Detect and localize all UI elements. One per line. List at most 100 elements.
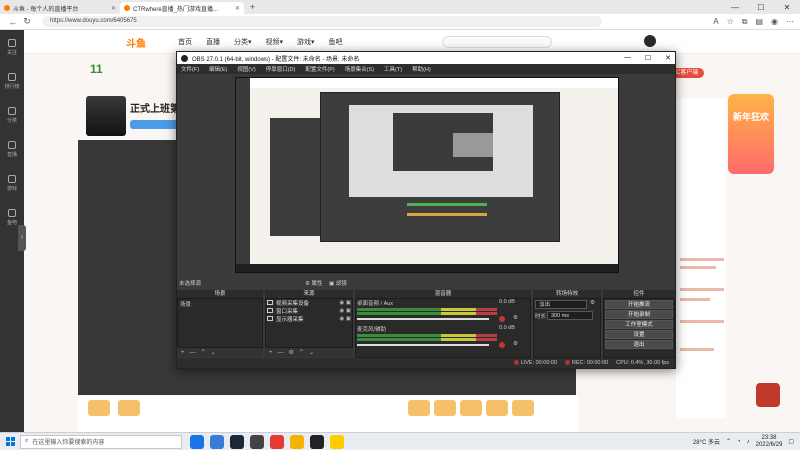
gear-icon[interactable]: ⚙ (513, 315, 518, 321)
menu-view[interactable]: 视图(V) (237, 65, 255, 73)
favorite-icon[interactable]: ☆ (727, 17, 734, 27)
gift-item[interactable] (408, 400, 430, 416)
taskbar-search[interactable]: ⌕ 在这里输入你要搜索的内容 (20, 434, 182, 449)
nav-fishbar[interactable]: 鱼吧 (329, 37, 343, 47)
gift-item[interactable] (434, 400, 456, 416)
douyu-logo[interactable]: 斗鱼 (126, 35, 146, 50)
new-tab-button[interactable]: + (244, 2, 261, 12)
extensions-icon[interactable]: ⧉ (742, 17, 748, 27)
gift-item[interactable] (118, 400, 140, 416)
gear-icon[interactable]: ⚙ (513, 341, 518, 347)
gift-item[interactable] (486, 400, 508, 416)
transition-select[interactable]: 淡出 (535, 300, 587, 309)
collections-icon[interactable]: ▤ (755, 17, 763, 27)
volume-slider[interactable] (357, 318, 489, 320)
transition-settings-icon[interactable]: ⚙ (590, 300, 595, 306)
gear-icon[interactable]: ⚙ (289, 349, 294, 356)
source-item[interactable]: 视频采集设备 ◉ ▣ (267, 299, 351, 307)
eye-icon[interactable]: ◉ ▣ (339, 316, 351, 322)
read-aloud-icon[interactable]: A (713, 17, 718, 27)
start-button[interactable] (0, 433, 20, 450)
gift-icon[interactable] (756, 383, 780, 407)
nav-video[interactable]: 视频▾ (266, 37, 284, 47)
gift-item[interactable] (512, 400, 534, 416)
more-icon[interactable]: ⋯ (786, 17, 794, 27)
streamer-avatar[interactable] (86, 96, 126, 136)
nav-category[interactable]: 分类▾ (234, 37, 252, 47)
minimize-button[interactable]: — (722, 3, 748, 12)
edge-icon[interactable] (190, 434, 204, 449)
menu-tools[interactable]: 工具(T) (384, 65, 402, 73)
scene-item[interactable]: 场景 (180, 300, 191, 308)
volume-slider[interactable] (357, 344, 489, 346)
url-input[interactable]: https://www.douyu.com/6405675 (42, 16, 602, 27)
start-recording-button[interactable]: 开始录制 (605, 310, 673, 319)
obs-minimize-button[interactable]: — (624, 54, 631, 62)
obs-icon[interactable] (310, 434, 324, 449)
source-item[interactable]: 显示器采集 ◉ ▣ (267, 315, 351, 323)
volume-icon[interactable]: ♪ (747, 439, 750, 445)
remove-icon[interactable]: — (190, 350, 196, 356)
move-up-icon[interactable]: ⌃ (299, 349, 304, 356)
site-search-input[interactable] (442, 36, 552, 48)
add-icon[interactable]: + (269, 350, 273, 356)
close-tab-icon[interactable]: ✕ (231, 5, 240, 12)
sidebar-item-game[interactable]: 游戏 (0, 166, 24, 200)
properties-button[interactable]: ⚙ 属性 (305, 279, 322, 287)
steam-icon[interactable] (230, 434, 244, 449)
obs-close-button[interactable]: ✕ (665, 54, 671, 62)
refresh-icon[interactable]: ↻ (20, 16, 34, 27)
filters-button[interactable]: ▣ 滤镜 (329, 279, 347, 287)
menu-docks[interactable]: 停靠窗口(D) (266, 65, 296, 73)
file-explorer-icon[interactable] (290, 434, 304, 449)
source-item[interactable]: 窗口采集 ◉ ▣ (267, 307, 351, 315)
netease-music-icon[interactable] (270, 434, 284, 449)
back-icon[interactable]: ← (6, 17, 20, 27)
browser-tab[interactable]: 斗鱼 - 每个人的直播平台 ✕ (0, 2, 120, 14)
weather-widget[interactable]: 28°C 多云 (693, 437, 720, 446)
add-icon[interactable]: + (181, 350, 185, 356)
speaker-icon[interactable] (499, 342, 505, 348)
sidebar-item-live[interactable]: 直播 (0, 132, 24, 166)
task-view-icon[interactable] (210, 434, 224, 449)
speaker-icon[interactable] (499, 316, 505, 322)
chrome-icon[interactable] (330, 434, 344, 449)
gift-item[interactable] (460, 400, 482, 416)
start-streaming-button[interactable]: 开始推流 (605, 300, 673, 309)
menu-help[interactable]: 帮助(H) (412, 65, 431, 73)
menu-profile[interactable]: 配置文件(P) (305, 65, 334, 73)
user-avatar[interactable] (644, 35, 656, 47)
nav-live[interactable]: 直播 (206, 37, 220, 47)
browser-tab-active[interactable]: CTRwhere直播_热门游戏直播... ✕ (120, 2, 244, 14)
nav-home[interactable]: 首页 (178, 37, 192, 47)
sidebar-item-follow[interactable]: 关注 (0, 30, 24, 64)
tray-overflow-icon[interactable]: ⌃ (726, 438, 731, 445)
menu-edit[interactable]: 编辑(E) (209, 65, 227, 73)
clock[interactable]: 23:38 2022/6/29 (756, 435, 783, 449)
menu-file[interactable]: 文件(F) (181, 65, 199, 73)
promo-banner[interactable]: 新年狂欢 (728, 94, 774, 174)
eye-icon[interactable]: ◉ ▣ (339, 300, 351, 306)
notification-icon[interactable]: ▢ (788, 438, 794, 445)
gift-item[interactable] (88, 400, 110, 416)
menu-scene-collection[interactable]: 场景集合(S) (345, 65, 374, 73)
nav-game[interactable]: 游戏▾ (297, 37, 315, 47)
sidebar-item-rank[interactable]: 排行榜 (0, 64, 24, 98)
sidebar-item-category[interactable]: 分类 (0, 98, 24, 132)
network-icon[interactable]: ◔ (737, 439, 741, 445)
collapse-sidebar-button[interactable]: › (18, 225, 26, 251)
app-icon[interactable] (250, 434, 264, 449)
eye-icon[interactable]: ◉ ▣ (339, 308, 351, 314)
duration-input[interactable]: 300 ms (547, 311, 593, 320)
settings-button[interactable]: 设置 (605, 330, 673, 339)
profile-icon[interactable]: ◉ (771, 17, 778, 27)
studio-mode-button[interactable]: 工作室模式 (605, 320, 673, 329)
maximize-button[interactable]: ☐ (748, 3, 774, 12)
obs-maximize-button[interactable]: ☐ (645, 54, 651, 62)
move-down-icon[interactable]: ⌄ (309, 349, 314, 356)
close-window-button[interactable]: ✕ (774, 3, 800, 12)
obs-preview[interactable] (235, 77, 619, 273)
close-tab-icon[interactable]: ✕ (107, 5, 116, 12)
move-down-icon[interactable]: ⌄ (211, 349, 216, 356)
remove-icon[interactable]: — (278, 350, 284, 356)
